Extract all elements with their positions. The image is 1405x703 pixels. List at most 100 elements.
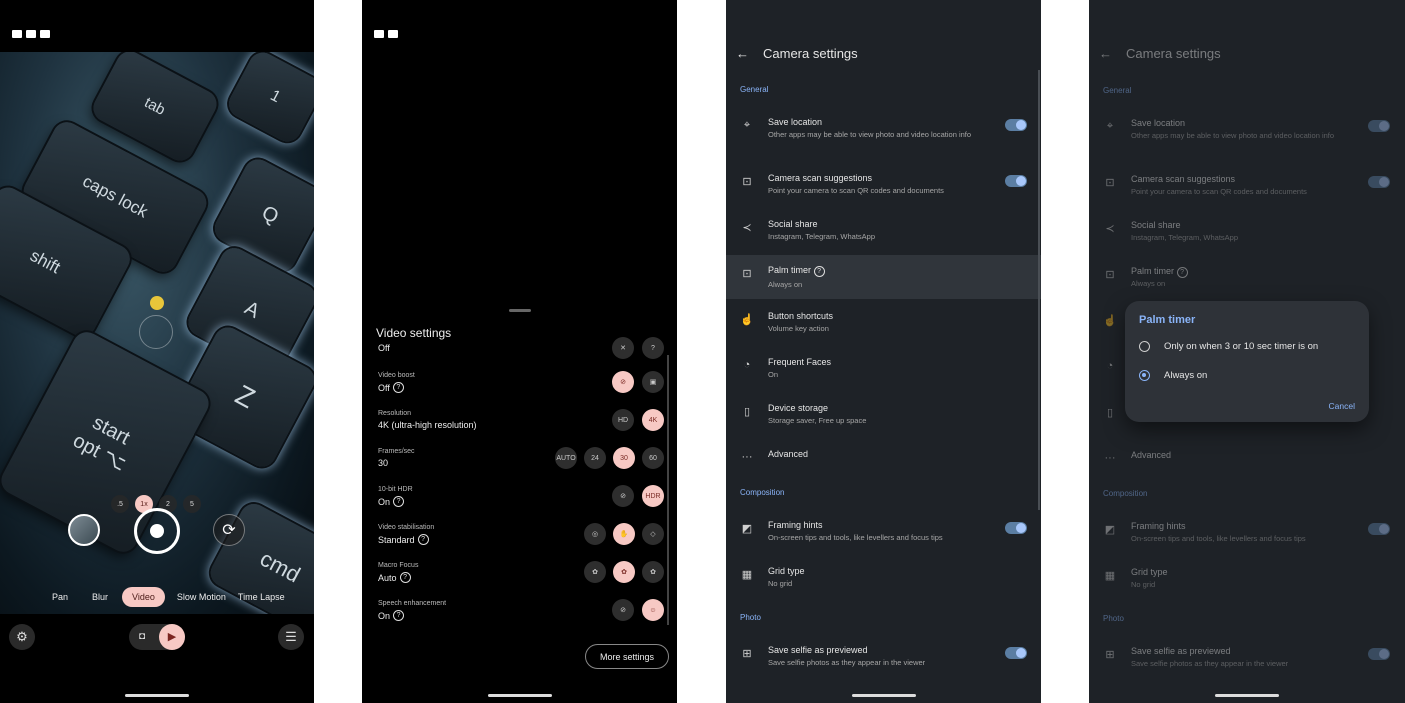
fps-option[interactable]: AUTO bbox=[555, 447, 577, 469]
more-horizontal-icon: ··· bbox=[1104, 452, 1116, 464]
toggle-switch[interactable] bbox=[1005, 522, 1027, 534]
fps-option-selected[interactable]: 30 bbox=[613, 447, 635, 469]
toggle-switch[interactable] bbox=[1368, 523, 1390, 535]
setting-subtitle: No grid bbox=[768, 579, 793, 588]
setting-device-storage[interactable]: ▯ Device storage Storage saver, Free up … bbox=[726, 403, 1041, 447]
setting-title: Save selfie as previewed bbox=[768, 645, 868, 655]
toggle-switch[interactable] bbox=[1368, 176, 1390, 188]
hdr-on-icon[interactable]: HDR bbox=[642, 485, 664, 507]
more-settings-button[interactable]: More settings bbox=[585, 644, 669, 669]
mode-video[interactable]: Video bbox=[122, 587, 165, 607]
setting-frequent-faces[interactable]: ◔ Frequent Faces On bbox=[726, 357, 1041, 401]
help-icon[interactable]: ? bbox=[417, 534, 429, 545]
home-indicator bbox=[1215, 694, 1279, 697]
hdr-off-icon[interactable]: ⊘ bbox=[612, 485, 634, 507]
setting-save-selfie[interactable]: ⊞ Save selfie as previewed Save selfie p… bbox=[1089, 646, 1404, 690]
option-icon[interactable]: ? bbox=[642, 337, 664, 359]
setting-framing-hints[interactable]: ◩ Framing hints On-screen tips and tools… bbox=[726, 520, 1041, 564]
cancel-button[interactable]: Cancel bbox=[1329, 401, 1355, 411]
setting-advanced[interactable]: ··· Advanced bbox=[1089, 450, 1404, 494]
photo-camera-icon[interactable]: ◘ bbox=[133, 628, 151, 646]
help-icon[interactable]: ? bbox=[399, 572, 411, 583]
setting-camera-scan[interactable]: ⊡ Camera scan suggestions Point your cam… bbox=[726, 173, 1041, 217]
setting-save-selfie[interactable]: ⊞ Save selfie as previewed Save selfie p… bbox=[726, 645, 1041, 689]
help-icon[interactable]: ? bbox=[392, 382, 404, 393]
section-composition: Composition bbox=[740, 488, 785, 497]
resolution-1080p-icon[interactable]: HD bbox=[612, 409, 634, 431]
resolution-4k-icon[interactable]: 4K bbox=[642, 409, 664, 431]
setting-grid-type[interactable]: ▦ Grid type No grid bbox=[726, 566, 1041, 610]
setting-subtitle: Other apps may be able to view photo and… bbox=[1131, 131, 1335, 140]
zoom-chip[interactable]: 5 bbox=[183, 495, 201, 513]
toggle-switch[interactable] bbox=[1368, 648, 1390, 660]
toggle-switch[interactable] bbox=[1368, 120, 1390, 132]
help-icon[interactable]: ? bbox=[813, 266, 825, 277]
video-camera-icon[interactable]: ▶ bbox=[159, 624, 185, 650]
macro-off-icon[interactable]: ✿ bbox=[584, 561, 606, 583]
setting-value: Off bbox=[378, 343, 390, 353]
switch-camera-icon[interactable]: ⟳ bbox=[213, 514, 245, 546]
radio-button[interactable] bbox=[1139, 341, 1150, 352]
toggle-switch[interactable] bbox=[1005, 647, 1027, 659]
camera-viewfinder-screen: 1 tab caps lock Q shift A Z start opt ⌥ … bbox=[0, 0, 314, 703]
setting-value: On bbox=[378, 496, 391, 507]
back-arrow-icon[interactable]: ← bbox=[736, 46, 749, 61]
speech-on-icon[interactable]: ☺ bbox=[642, 599, 664, 621]
setting-social-share[interactable]: ≺ Social share Instagram, Telegram, What… bbox=[1089, 220, 1404, 264]
toggle-switch[interactable] bbox=[1005, 175, 1027, 187]
setting-grid-type[interactable]: ▦ Grid type No grid bbox=[1089, 567, 1404, 611]
scrollbar[interactable] bbox=[667, 355, 669, 625]
macro-auto-icon[interactable]: ✿ bbox=[613, 561, 635, 583]
setting-subtitle: Save selfie photos as they appear in the… bbox=[1131, 659, 1289, 668]
radio-option-timer-only[interactable]: Only on when 3 or 10 sec timer is on bbox=[1139, 341, 1318, 352]
adjust-sliders-icon[interactable]: ☰ bbox=[278, 624, 304, 650]
record-button[interactable] bbox=[134, 508, 180, 554]
fps-option[interactable]: 24 bbox=[584, 447, 606, 469]
setting-advanced[interactable]: ··· Advanced bbox=[726, 449, 1041, 493]
gallery-thumbnail[interactable] bbox=[68, 514, 100, 546]
section-composition: Composition bbox=[1103, 489, 1148, 498]
setting-save-location[interactable]: ⌖ Save location Other apps may be able t… bbox=[1089, 118, 1404, 162]
mode-slow-motion[interactable]: Slow Motion bbox=[167, 587, 236, 607]
fps-option[interactable]: 60 bbox=[642, 447, 664, 469]
mode-time-lapse[interactable]: Time Lapse bbox=[236, 587, 295, 607]
section-photo: Photo bbox=[740, 613, 761, 622]
help-icon[interactable]: ? bbox=[1176, 267, 1188, 278]
stabilisation-selected-icon[interactable]: ✋ bbox=[613, 523, 635, 545]
zoom-chip[interactable]: .5 bbox=[111, 495, 129, 513]
setting-palm-timer[interactable]: ⊡ Palm timer ? Always on bbox=[726, 255, 1041, 299]
camera-bottom-bar: ⚙ ◘ ▶ ☰ bbox=[0, 614, 314, 703]
setting-button-shortcuts[interactable]: ☝ Button shortcuts Volume key action bbox=[726, 311, 1041, 355]
mode-blur[interactable]: Blur bbox=[82, 587, 118, 607]
video-boost-off-icon[interactable]: ⊘ bbox=[612, 371, 634, 393]
video-boost-on-icon[interactable]: ▣ bbox=[642, 371, 664, 393]
setting-save-location[interactable]: ⌖ Save location Other apps may be able t… bbox=[726, 117, 1041, 161]
settings-gear-icon[interactable]: ⚙ bbox=[9, 624, 35, 650]
face-icon: ◔ bbox=[1106, 360, 1114, 372]
radio-option-always-on[interactable]: Always on bbox=[1139, 370, 1207, 381]
speech-off-icon[interactable]: ⊘ bbox=[612, 599, 634, 621]
radio-label: Only on when 3 or 10 sec timer is on bbox=[1164, 341, 1319, 352]
stabilisation-option-icon[interactable]: ◇ bbox=[642, 523, 664, 545]
setting-camera-scan[interactable]: ⊡ Camera scan suggestions Point your cam… bbox=[1089, 174, 1404, 218]
radio-button-selected[interactable] bbox=[1139, 370, 1150, 381]
setting-title-text: Palm timer bbox=[768, 265, 812, 275]
setting-value: 30 bbox=[378, 458, 389, 468]
mode-pan[interactable]: Pan bbox=[42, 587, 78, 607]
setting-framing-hints[interactable]: ◩ Framing hints On-screen tips and tools… bbox=[1089, 521, 1404, 565]
back-arrow-icon[interactable]: ← bbox=[1099, 46, 1112, 61]
scan-icon: ⊡ bbox=[1105, 177, 1115, 189]
setting-title: Camera scan suggestions bbox=[1131, 174, 1236, 184]
option-icon[interactable]: ✕ bbox=[612, 337, 634, 359]
stabilisation-option-icon[interactable]: ◎ bbox=[584, 523, 606, 545]
macro-on-icon[interactable]: ✿ bbox=[642, 561, 664, 583]
key-label: shift bbox=[27, 245, 64, 278]
sheet-drag-handle[interactable] bbox=[509, 309, 531, 312]
scrollbar[interactable] bbox=[1038, 70, 1040, 510]
help-icon[interactable]: ? bbox=[393, 610, 405, 621]
photo-video-toggle[interactable]: ◘ ▶ bbox=[129, 624, 185, 650]
setting-title: Save selfie as previewed bbox=[1131, 646, 1231, 656]
help-icon[interactable]: ? bbox=[393, 496, 405, 507]
location-pin-icon: ⌖ bbox=[743, 119, 751, 131]
toggle-switch[interactable] bbox=[1005, 119, 1027, 131]
